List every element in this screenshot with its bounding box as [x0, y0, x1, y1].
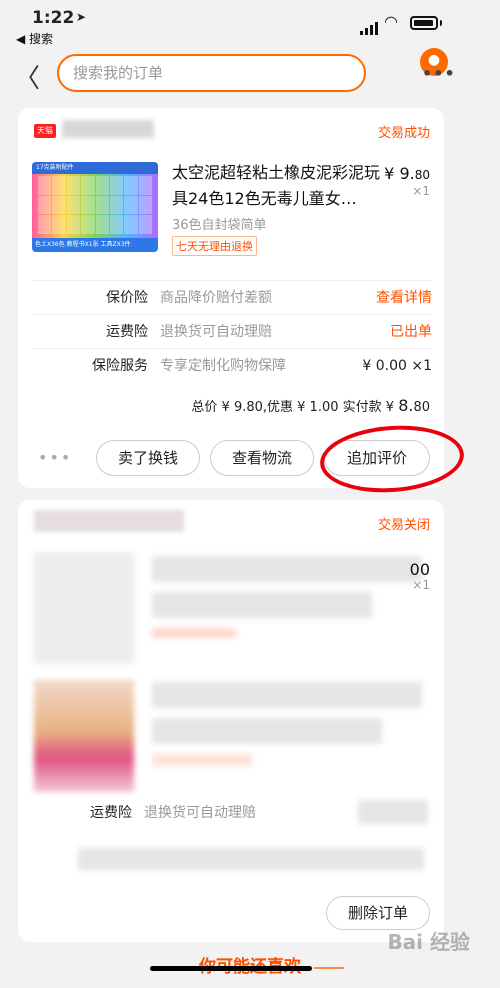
product-price: ¥ 9.80 — [384, 164, 430, 183]
sell-button[interactable]: 卖了换钱 — [96, 440, 200, 476]
signal-icon — [360, 16, 380, 35]
product-quantity: ×1 — [412, 578, 430, 592]
product-title-blurred — [152, 682, 422, 708]
insurance-desc: 商品降价赔付差额 — [160, 290, 272, 306]
divider — [314, 966, 345, 969]
status-time: 1:22 — [32, 8, 75, 28]
shop-name-blurred[interactable] — [34, 510, 184, 532]
total-dec: 80 — [413, 400, 430, 415]
product-thumbnail-blurred[interactable] — [34, 680, 134, 792]
product-thumbnail-blurred[interactable] — [34, 552, 134, 664]
order-status: 交易关闭 — [377, 518, 430, 533]
tmall-logo-icon: 天猫 — [34, 124, 56, 138]
product-title-blurred — [152, 556, 422, 582]
baidu-watermark: Bai 经验 — [387, 930, 470, 954]
product-title-blurred — [152, 718, 382, 744]
order-card: 交易关闭 00 ×1 运费险 退换货可自动理赔 删除订单 — [18, 500, 444, 942]
insurance-row: 保险服务 专享定制化购物保障 ¥ 0.00 ×1 — [32, 348, 432, 382]
insurance-desc: 专享定制化购物保障 — [160, 358, 286, 374]
order-card: 天猫 交易成功 17克装附配件 色土X36色 教程书X1张 工具ZX3件 太空泥… — [18, 108, 444, 488]
insurance-label: 保价险 — [106, 290, 148, 306]
nav-bar: 〈 搜索我的订单 ● ••• — [0, 48, 500, 100]
product-title[interactable]: 太空泥超轻粘土橡皮泥彩泥玩具24色12色无毒儿童女… — [172, 160, 392, 212]
more-actions-icon[interactable]: ••• — [38, 448, 72, 467]
status-bar: 1:22 ➤ ◀ 搜索 ◠ — [0, 0, 500, 48]
policy-issued-link[interactable]: 已出单 — [390, 315, 432, 349]
insurance-row: 运费险 退换货可自动理赔 已出单 — [32, 314, 432, 348]
view-details-link[interactable]: 查看详情 — [376, 281, 432, 315]
total-int: 8. — [398, 396, 414, 415]
shop-name-blurred[interactable] — [62, 120, 154, 138]
thumb-bottom-label: 色土X36色 教程书X1张 工具ZX3件 — [32, 238, 158, 252]
insurance-row: 保价险 商品降价赔付差额 查看详情 — [32, 280, 432, 314]
add-review-button[interactable]: 追加评价 — [324, 440, 430, 476]
tag-blurred — [152, 754, 252, 766]
insurance-label: 保险服务 — [92, 358, 148, 374]
order-total: 总价 ¥ 9.80,优惠 ¥ 1.00 实付款 ¥ 8.80 — [191, 396, 430, 415]
product-quantity: ×1 — [412, 184, 430, 198]
back-to-app-link[interactable]: ◀ 搜索 — [16, 30, 53, 47]
order-status: 交易成功 — [377, 126, 430, 141]
price-int: 9. — [399, 164, 415, 183]
wifi-icon: ◠ — [384, 12, 398, 31]
delete-order-button[interactable]: 删除订单 — [326, 896, 430, 930]
recommend-heading: 你可能还喜欢 — [191, 952, 309, 977]
more-options-icon[interactable]: ••• — [422, 64, 456, 83]
return-policy-tag: 七天无理由退换 — [172, 236, 257, 256]
tag-blurred — [152, 628, 236, 638]
price-dec: 80 — [414, 168, 430, 182]
product-title-blurred — [152, 592, 372, 618]
home-indicator[interactable] — [150, 966, 312, 971]
insurance-desc: 退换货可自动理赔 — [160, 324, 272, 340]
insurance-label: 运费险 — [90, 805, 132, 821]
battery-icon — [410, 16, 438, 30]
view-logistics-button[interactable]: 查看物流 — [210, 440, 314, 476]
product-price-partial: 00 — [409, 560, 430, 579]
thumb-top-label: 17克装附配件 — [32, 162, 158, 174]
product-thumbnail[interactable]: 17克装附配件 色土X36色 教程书X1张 工具ZX3件 — [32, 162, 158, 252]
insurance-label: 运费险 — [106, 324, 148, 340]
insurance-price: ¥ 0.00 ×1 — [362, 358, 432, 374]
clay-grid — [38, 176, 152, 234]
location-arrow-icon: ➤ — [76, 10, 87, 24]
insurance-desc: 退换货可自动理赔 — [144, 805, 256, 821]
total-prefix: 总价 ¥ 9.80,优惠 ¥ 1.00 实付款 ¥ — [191, 400, 395, 415]
back-chevron-icon[interactable]: 〈 — [14, 58, 40, 95]
action-blurred — [358, 800, 428, 824]
recommend-section: 你可能还喜欢 — [0, 952, 500, 977]
product-sku: 36色自封袋简单 — [172, 218, 267, 233]
price-symbol: ¥ — [384, 164, 395, 183]
total-blurred — [78, 848, 424, 870]
search-input[interactable]: 搜索我的订单 — [57, 54, 366, 92]
battery-tip — [440, 20, 442, 26]
